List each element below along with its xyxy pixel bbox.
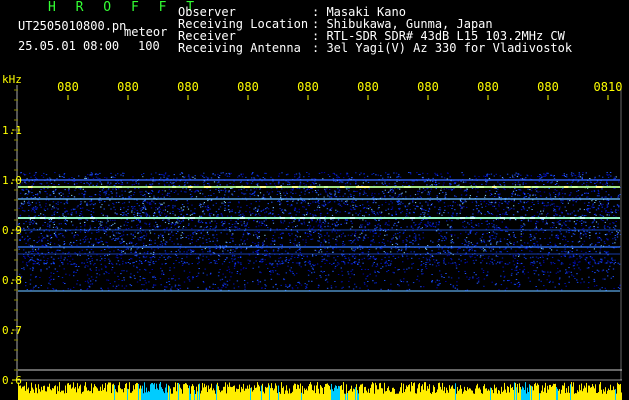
y-tick-0.9: 0.9 [2, 224, 22, 237]
signal-lines [18, 179, 620, 292]
label-antenna: Receiving Antenna [178, 41, 301, 55]
x-tick: 080 [237, 80, 259, 94]
x-tick: 080 [537, 80, 559, 94]
y-tick-1.1: 1.1 [2, 124, 22, 137]
value-antenna: : 3el Yagi(V) Az 330 for Vladivostok [312, 41, 573, 55]
x-tick: 0810 [593, 80, 623, 94]
x-tick: 080 [477, 80, 499, 94]
date-time: 25.05.01 08:00 [18, 39, 120, 53]
y-tick-0.8: 0.8 [2, 274, 22, 287]
x-tick: 080 [117, 80, 139, 94]
power-footer [18, 382, 622, 400]
y-tick-1.0: 1.0 [2, 174, 22, 187]
x-tick: 080 [57, 80, 79, 94]
x-tick: 080 [417, 80, 439, 94]
axis-grid [12, 85, 622, 381]
count: 100 [138, 39, 160, 53]
y-tick-0.6: 0.6 [2, 374, 22, 387]
x-tick: 080 [357, 80, 379, 94]
spectrogram [12, 85, 622, 400]
x-tick: 080 [297, 80, 319, 94]
y-unit-label: kHz [2, 73, 22, 86]
mode-label: meteor [124, 25, 168, 39]
spectrogram-noise [18, 172, 622, 291]
y-tick-0.7: 0.7 [2, 324, 22, 337]
file-name: UT2505010800.pn [18, 19, 127, 33]
x-tick: 080 [177, 80, 199, 94]
